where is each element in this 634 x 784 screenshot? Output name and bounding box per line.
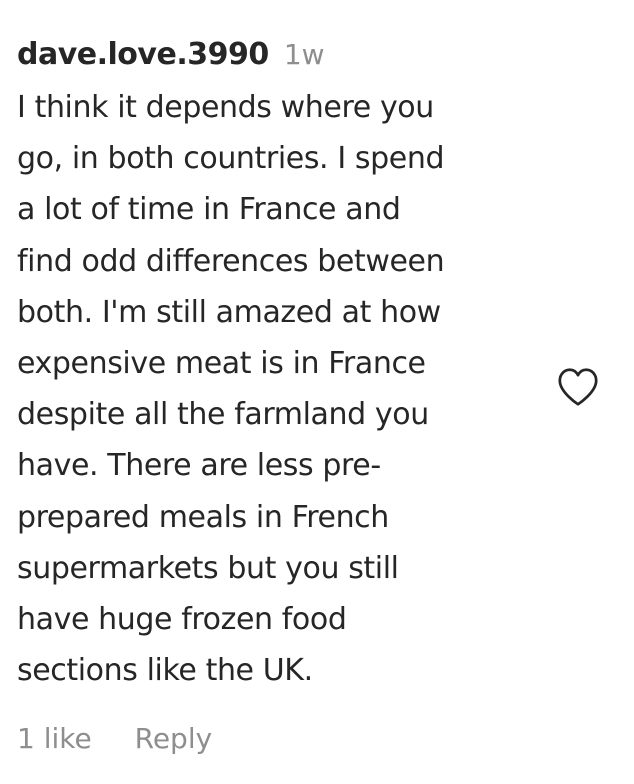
comment-text-line: a lot of time in France and (17, 192, 401, 228)
likes-count[interactable]: 1 like (17, 722, 92, 755)
comment-text-line: both. I'm still amazed at how (17, 294, 441, 330)
comment-text-line: prepared meals in French (17, 499, 389, 535)
comment-text-line: expensive meat is in France (17, 346, 426, 382)
comment-text-line: supermarkets but you still (17, 550, 399, 586)
comment-text-line: despite all the farmland you (17, 397, 429, 433)
comment-text-line: have huge frozen food (17, 602, 347, 638)
like-button[interactable] (553, 364, 603, 410)
comment: dave.love.3990 1w I think it depends whe… (0, 0, 634, 784)
comment-text-line: go, in both countries. I spend (17, 141, 445, 177)
comment-text-line: have. There are less pre- (17, 448, 381, 484)
heart-outline-icon (558, 368, 598, 406)
username-link[interactable]: dave.love.3990 (17, 37, 269, 72)
comment-text-line: I think it depends where you (17, 90, 434, 125)
timestamp[interactable]: 1w (284, 38, 325, 71)
comment-text-line: find odd differences between (17, 243, 445, 279)
comment-text: I think it depends where you go, in both… (17, 82, 557, 696)
comment-text-line: sections like the UK. (17, 653, 313, 689)
reply-button[interactable]: Reply (135, 722, 213, 755)
comment-header: dave.love.3990 1w (17, 34, 325, 80)
comment-footer: 1 like Reply (17, 718, 212, 760)
